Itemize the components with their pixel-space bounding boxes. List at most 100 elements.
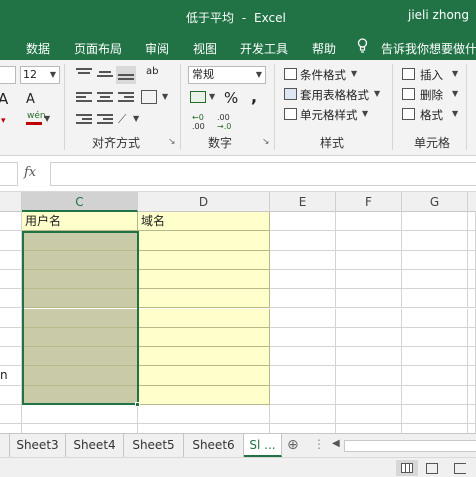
sheet-grid[interactable]: C D E F G 用户名 域名 n: [0, 192, 476, 433]
cell-h-row-12[interactable]: [468, 424, 476, 433]
horizontal-scrollbar[interactable]: [344, 440, 476, 452]
merge-center-icon[interactable]: [141, 90, 157, 104]
cell-f-row-11[interactable]: [336, 405, 402, 425]
dialog-launcher-icon[interactable]: ↘: [262, 137, 270, 147]
align-left-icon[interactable]: [76, 92, 92, 106]
cell-d-row-6[interactable]: [138, 308, 270, 328]
cell-g-row-2[interactable]: [402, 231, 468, 251]
currency-icon[interactable]: [190, 91, 206, 103]
cell-partial-row-6[interactable]: [0, 308, 22, 328]
cell-styles-button[interactable]: 单元格样式: [300, 107, 358, 123]
cell-partial-row-4[interactable]: [0, 269, 22, 290]
cell-f-row-3[interactable]: [336, 250, 402, 270]
cell-h-row-1[interactable]: [468, 212, 476, 232]
cell-e-row-3[interactable]: [270, 250, 336, 270]
cell-c-row-9[interactable]: [22, 366, 138, 386]
cell-d-row-5[interactable]: [138, 289, 270, 309]
font-grow-icon[interactable]: A: [0, 90, 8, 108]
cell-g-row-4[interactable]: [402, 269, 468, 290]
cell-c-row-11[interactable]: [22, 405, 138, 425]
cell-d-row-12[interactable]: [138, 424, 270, 433]
tab-review[interactable]: 审阅: [145, 40, 169, 57]
column-header-c[interactable]: C: [22, 192, 138, 212]
cell-g-row-11[interactable]: [402, 405, 468, 425]
sheet-tab[interactable]: Sheet4: [66, 434, 124, 457]
chevron-down-icon[interactable]: ▼: [162, 92, 168, 101]
cell-g-row-5[interactable]: [402, 289, 468, 309]
name-box[interactable]: [0, 162, 18, 186]
cell-e-row-10[interactable]: [270, 385, 336, 405]
cell-e-row-2[interactable]: [270, 231, 336, 251]
tab-view[interactable]: 视图: [193, 40, 217, 57]
chevron-down-icon[interactable]: ▼: [452, 69, 458, 78]
normal-view-button[interactable]: [396, 460, 418, 476]
cell-e-row-4[interactable]: [270, 269, 336, 290]
tab-developer[interactable]: 开发工具: [240, 40, 288, 57]
cell-f-row-6[interactable]: [336, 308, 402, 328]
cell-partial-row-8[interactable]: [0, 347, 22, 367]
tab-help[interactable]: 帮助: [312, 40, 336, 57]
header-cell-domain[interactable]: 域名: [138, 212, 270, 232]
cell-c-row-4[interactable]: [22, 269, 138, 290]
cell-d-row-3[interactable]: [138, 250, 270, 270]
add-sheet-icon[interactable]: ⊕: [287, 437, 299, 453]
tell-me-box[interactable]: 告诉我你想要做什么: [381, 40, 476, 57]
column-header-h-partial[interactable]: [468, 192, 476, 212]
cell-h-row-7[interactable]: [468, 327, 476, 348]
tab-options-icon[interactable]: ⋮: [313, 437, 325, 451]
cell-e-row-6[interactable]: [270, 308, 336, 328]
decrease-indent-icon[interactable]: [76, 114, 92, 128]
insert-button[interactable]: 插入: [420, 67, 443, 83]
conditional-formatting-button[interactable]: 条件格式: [300, 67, 346, 83]
cell-c-row-7[interactable]: [22, 327, 138, 348]
column-header-d[interactable]: D: [138, 192, 270, 212]
cell-g-row-12[interactable]: [402, 424, 468, 433]
tab-data[interactable]: 数据: [26, 40, 50, 57]
cell-partial-row-10[interactable]: [0, 385, 22, 405]
fill-handle[interactable]: [135, 402, 140, 407]
cell-partial-row-2[interactable]: [0, 231, 22, 251]
tab-page-layout[interactable]: 页面布局: [74, 40, 122, 57]
cell-partial-row-11[interactable]: [0, 405, 22, 425]
cell-e-row-12[interactable]: [270, 424, 336, 433]
cell-partial-row-1[interactable]: [0, 212, 22, 232]
chevron-down-icon[interactable]: ▼: [452, 89, 458, 98]
dialog-launcher-icon[interactable]: ↘: [168, 137, 176, 147]
sheet-tab[interactable]: Sheet6: [184, 434, 244, 457]
cell-h-row-4[interactable]: [468, 269, 476, 290]
align-middle-icon[interactable]: [97, 68, 113, 82]
cell-h-row-3[interactable]: [468, 250, 476, 270]
cell-d-row-11[interactable]: [138, 405, 270, 425]
cell-d-row-4[interactable]: [138, 269, 270, 290]
align-top-icon[interactable]: [76, 68, 92, 82]
cell-c-row-12[interactable]: [22, 424, 138, 433]
cell-h-row-11[interactable]: [468, 405, 476, 425]
chevron-down-icon[interactable]: ▼: [452, 109, 458, 118]
font-name-box[interactable]: [0, 66, 16, 84]
cell-f-row-12[interactable]: [336, 424, 402, 433]
font-size-box[interactable]: 12 ▼: [20, 66, 60, 84]
cell-h-row-6[interactable]: [468, 308, 476, 328]
sheet-tab[interactable]: Sheet5: [124, 434, 184, 457]
cell-d-row-8[interactable]: [138, 347, 270, 367]
number-format-box[interactable]: 常规 ▼: [188, 66, 266, 84]
cell-h-row-5[interactable]: [468, 289, 476, 309]
cell-c-row-5[interactable]: [22, 289, 138, 309]
cell-partial-row-7[interactable]: [0, 327, 22, 348]
delete-button[interactable]: 删除: [420, 87, 443, 103]
cell-g-row-6[interactable]: [402, 308, 468, 328]
formula-input[interactable]: [50, 162, 476, 186]
cell-g-row-9[interactable]: [402, 366, 468, 386]
increase-indent-icon[interactable]: [97, 114, 113, 128]
cell-c-row-3[interactable]: [22, 250, 138, 270]
cell-g-row-8[interactable]: [402, 347, 468, 367]
cell-c-row-10[interactable]: [22, 385, 138, 405]
decrease-decimal-icon[interactable]: .00 →.0: [217, 113, 237, 133]
column-header-f[interactable]: F: [336, 192, 402, 212]
cell-c-row-2[interactable]: [22, 231, 138, 251]
cell-h-row-2[interactable]: [468, 231, 476, 251]
format-button[interactable]: 格式: [420, 107, 443, 123]
cell-g-row-10[interactable]: [402, 385, 468, 405]
sheet-tab-active[interactable]: Sl ...: [244, 434, 282, 457]
header-cell-username[interactable]: 用户名: [22, 212, 138, 232]
